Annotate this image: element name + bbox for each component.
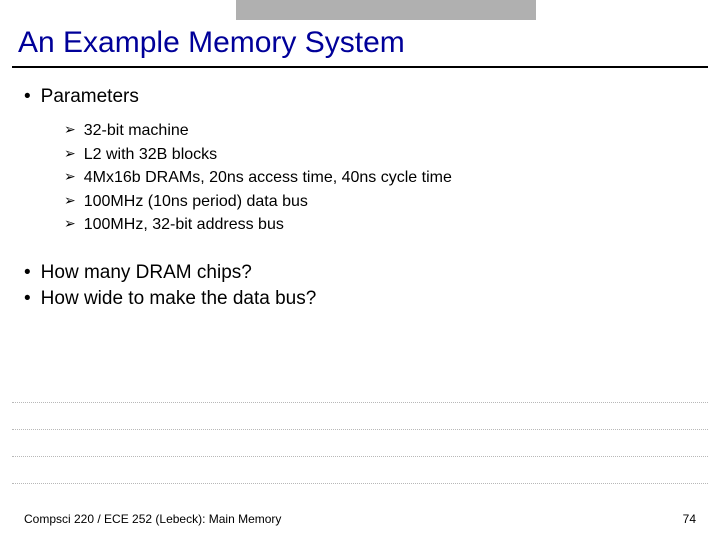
slide-footer: Compsci 220 / ECE 252 (Lebeck): Main Mem…: [24, 512, 696, 526]
bullet-dot-icon: •: [24, 86, 31, 108]
dotted-line: [12, 402, 708, 403]
param-text: 4Mx16b DRAMs, 20ns access time, 40ns cyc…: [84, 167, 452, 189]
list-item: ➢ 100MHz, 32-bit address bus: [64, 214, 694, 236]
arrow-icon: ➢: [64, 144, 76, 163]
param-text: 100MHz (10ns period) data bus: [84, 191, 308, 213]
bullet-parameters-label: Parameters: [41, 86, 139, 108]
list-item: ➢ 100MHz (10ns period) data bus: [64, 191, 694, 213]
bullet-dot-icon: •: [24, 288, 31, 310]
slide-content: • Parameters ➢ 32-bit machine ➢ L2 with …: [24, 86, 694, 314]
page-number: 74: [683, 512, 696, 526]
questions-block: • How many DRAM chips? • How wide to mak…: [24, 262, 694, 310]
bullet-dot-icon: •: [24, 262, 31, 284]
param-text: 32-bit machine: [84, 120, 189, 142]
arrow-icon: ➢: [64, 120, 76, 139]
footer-left: Compsci 220 / ECE 252 (Lebeck): Main Mem…: [24, 512, 281, 526]
question-text: How many DRAM chips?: [41, 262, 252, 284]
parameters-list: ➢ 32-bit machine ➢ L2 with 32B blocks ➢ …: [64, 120, 694, 236]
dotted-line: [12, 456, 708, 457]
dotted-line: [12, 429, 708, 430]
bullet-question: • How many DRAM chips?: [24, 262, 694, 284]
dotted-line: [12, 483, 708, 484]
top-decorative-bar: [236, 0, 536, 20]
arrow-icon: ➢: [64, 191, 76, 210]
bullet-parameters: • Parameters: [24, 86, 694, 108]
list-item: ➢ 4Mx16b DRAMs, 20ns access time, 40ns c…: [64, 167, 694, 189]
arrow-icon: ➢: [64, 167, 76, 186]
arrow-icon: ➢: [64, 214, 76, 233]
dotted-guides: [12, 402, 708, 510]
bullet-question: • How wide to make the data bus?: [24, 288, 694, 310]
title-underline: [12, 66, 708, 68]
list-item: ➢ L2 with 32B blocks: [64, 144, 694, 166]
list-item: ➢ 32-bit machine: [64, 120, 694, 142]
param-text: 100MHz, 32-bit address bus: [84, 214, 284, 236]
question-text: How wide to make the data bus?: [41, 288, 317, 310]
slide-title: An Example Memory System: [18, 26, 405, 60]
param-text: L2 with 32B blocks: [84, 144, 217, 166]
